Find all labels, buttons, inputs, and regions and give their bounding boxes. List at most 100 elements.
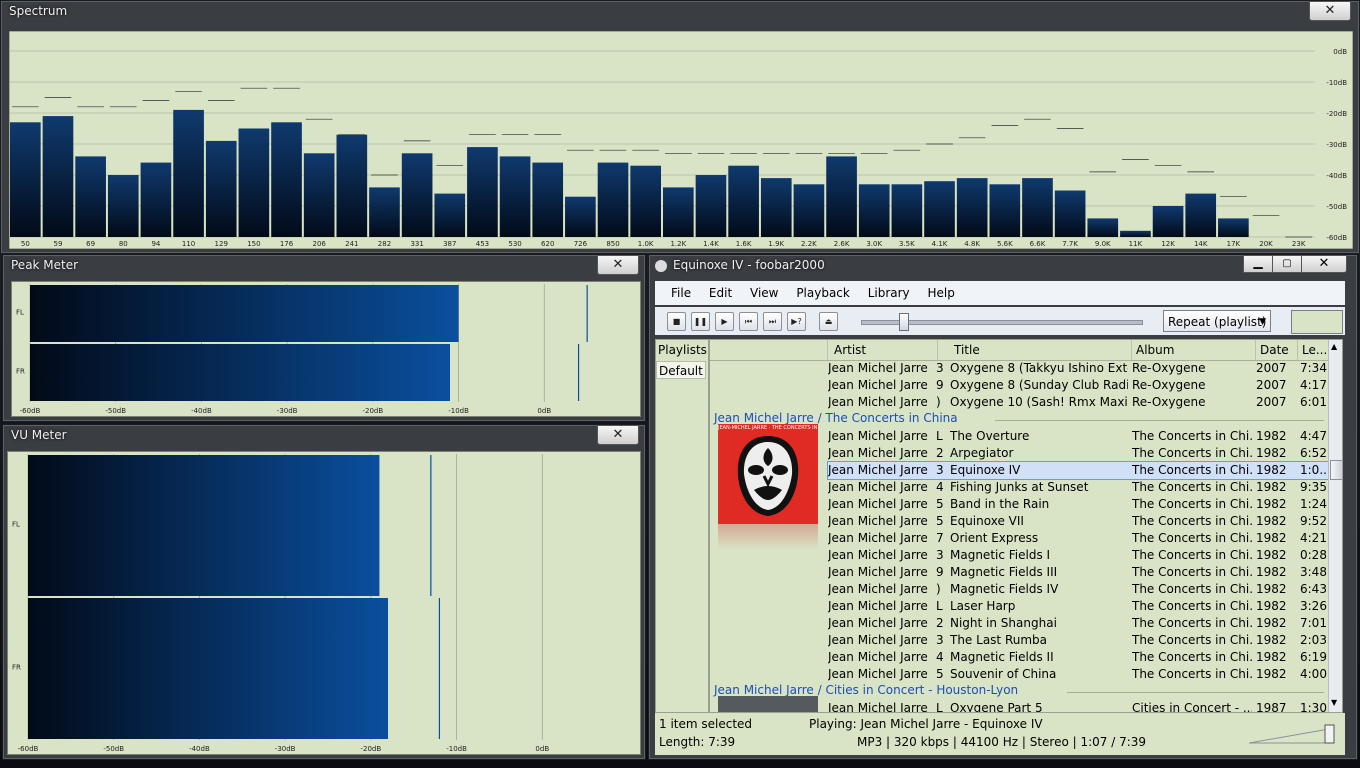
table-row[interactable]: Jean Michel Jarre 2 Night in Shanghai The C… — [710, 615, 1328, 632]
random-button[interactable]: ▶? — [787, 312, 806, 331]
track-date: 2007 — [1256, 395, 1287, 409]
peak-meter-channel-label: FR — [16, 368, 25, 376]
spectrum-freq-label: 110 — [182, 240, 195, 248]
volume-slider[interactable] — [1249, 723, 1341, 747]
scroll-down-icon[interactable]: ▼ — [1331, 698, 1337, 707]
track-number: 4 — [936, 650, 944, 664]
spectrum-freq-label: 94 — [151, 240, 160, 248]
spectrum-freq-label: 7.7K — [1062, 240, 1078, 248]
spectrum-bar — [10, 122, 41, 237]
track-length: 3:26 — [1300, 599, 1327, 613]
spectrum-bar — [1152, 206, 1184, 237]
peak-meter-level-bar — [30, 344, 450, 401]
track-artist: Jean Michel Jarre — [828, 701, 928, 713]
playlists-tab[interactable]: Playlists — [658, 340, 707, 360]
menu-help[interactable]: Help — [927, 281, 954, 305]
menu-library[interactable]: Library — [868, 281, 910, 305]
order-dropdown[interactable]: Repeat (playlist) ▼ — [1163, 310, 1271, 332]
track-date: 1982 — [1256, 565, 1287, 579]
spectrum-freq-label: 4.8K — [964, 240, 980, 248]
track-artist: Jean Michel Jarre — [828, 395, 928, 409]
maximize-button[interactable]: ▢ — [1272, 255, 1302, 273]
track-album: The Concerts in Chi... — [1132, 633, 1252, 647]
track-length: 7:34 — [1300, 361, 1327, 375]
track-title: Magnetic Fields II — [950, 650, 1054, 664]
spectrum-bar — [434, 193, 466, 237]
table-row[interactable]: Jean Michel Jarre 9 Magnetic Fields III The… — [710, 564, 1328, 581]
table-row[interactable]: Jean Michel Jarre 3 Oxygene 8 (Takkyu Ishi… — [710, 360, 1328, 377]
column-artist[interactable]: Artist — [828, 340, 938, 360]
menu-edit[interactable]: Edit — [709, 281, 732, 305]
vu-meter-close-button[interactable]: ✕ — [597, 425, 639, 445]
menu-view[interactable]: View — [750, 281, 778, 305]
peak-meter-close-button[interactable]: ✕ — [597, 255, 639, 275]
spectrum-bar — [369, 187, 400, 237]
column-length[interactable]: Le... — [1298, 340, 1330, 360]
column-date[interactable]: Date — [1256, 340, 1298, 360]
track-number: 9 — [936, 378, 944, 392]
next-button[interactable]: ⏭ — [763, 312, 782, 331]
stop-button[interactable]: ■ — [667, 312, 686, 331]
vu-meter-scale-label: 0dB — [535, 745, 549, 753]
vu-meter-channel-label: FR — [12, 664, 21, 672]
volume-thumb[interactable] — [1324, 724, 1335, 744]
scroll-up-icon[interactable]: ▲ — [1331, 342, 1337, 351]
track-number: L — [936, 429, 943, 443]
table-row[interactable]: Jean Michel Jarre 3 The Last Rumba The Conc… — [710, 632, 1328, 649]
column-album[interactable]: Album — [1132, 340, 1256, 360]
table-row[interactable]: Jean Michel Jarre) Oxygene 10 (Sash! Rmx … — [710, 394, 1328, 411]
table-row[interactable]: Jean Michel Jarre 5 Souvenir of China The C… — [710, 666, 1328, 683]
track-artist: Jean Michel Jarre — [828, 480, 928, 494]
spectrum-freq-label: 6.6K — [1030, 240, 1046, 248]
seek-thumb[interactable] — [899, 313, 909, 331]
track-date: 2007 — [1256, 361, 1287, 375]
group-header[interactable]: Jean Michel Jarre / Cities in Concert - … — [714, 683, 1018, 697]
track-number: 2 — [936, 616, 944, 630]
peak-meter-title: Peak Meter — [11, 258, 79, 272]
scroll-thumb[interactable] — [1330, 460, 1342, 480]
spectrum-freq-label: 387 — [443, 240, 456, 248]
spectrum-freq-label: 850 — [606, 240, 619, 248]
spectrum-bar — [140, 162, 172, 237]
column-title[interactable]: Title — [938, 340, 1132, 360]
track-album: The Concerts in Chi... — [1132, 531, 1252, 545]
spectrum-close-button[interactable]: ✕ — [1309, 1, 1351, 21]
track-date: 1982 — [1256, 514, 1287, 528]
vu-meter-window: VU Meter ✕ -60dB -50dB -40dB -30dB -20dB -10d… — [2, 424, 646, 760]
previous-button[interactable]: ⏮ — [739, 312, 758, 331]
spectrum-freq-label: 129 — [215, 240, 228, 248]
spectrum-freq-label: 12K — [1161, 240, 1175, 248]
table-row[interactable]: Jean Michel Jarre) Magnetic Fields IV The … — [710, 581, 1328, 598]
table-row[interactable]: Jean Michel Jarre 3 Equinoxe IV The Concert… — [827, 461, 1330, 480]
play-button[interactable]: ▶ — [715, 312, 734, 331]
track-title: Oxygene 8 (Takkyu Ishino Exte... — [950, 361, 1128, 375]
spectrum-bar — [336, 134, 368, 237]
foobar-close-button[interactable]: ✕ — [1301, 255, 1347, 273]
playlist-default[interactable]: Default — [656, 361, 706, 379]
mask-image — [737, 436, 799, 516]
playlist-scrollbar[interactable]: ▲ ▼ — [1328, 340, 1342, 712]
pause-button[interactable]: ❚❚ — [691, 312, 710, 331]
spectrum-bar — [663, 187, 694, 237]
track-length: 6:43 — [1300, 582, 1327, 596]
menu-playback[interactable]: Playback — [796, 281, 850, 305]
track-number: 3 — [936, 361, 944, 375]
menu-file[interactable]: File — [671, 281, 691, 305]
table-row[interactable]: Jean Michel Jarre 9 Oxygene 8 (Sunday Club… — [710, 377, 1328, 394]
spectrum-bar — [793, 184, 825, 237]
track-title: The Overture — [950, 429, 1030, 443]
open-button[interactable]: ⏏ — [819, 312, 838, 331]
column-blank[interactable] — [710, 340, 828, 360]
spectrum-bar — [42, 116, 74, 237]
spectrum-freq-label: 11K — [1129, 240, 1143, 248]
table-row[interactable]: Jean Michel Jarre L Laser Harp The Concerts… — [710, 598, 1328, 615]
track-artist: Jean Michel Jarre — [828, 361, 928, 375]
table-row[interactable]: Jean Michel Jarre 4 Magnetic Fields II The … — [710, 649, 1328, 666]
track-number: ) — [936, 582, 941, 596]
track-date: 1982 — [1256, 463, 1287, 477]
track-album: The Concerts in Chi... — [1132, 548, 1252, 562]
spectrum-chart: 0dB -10dB -20dB -30dB -40dB -50dB -60dB 50 59 69 8… — [9, 31, 1353, 249]
minimize-button[interactable]: ▁ — [1243, 255, 1273, 273]
group-header[interactable]: Jean Michel Jarre / The Concerts in Chin… — [714, 411, 958, 425]
track-length: 1:30 — [1300, 701, 1327, 713]
